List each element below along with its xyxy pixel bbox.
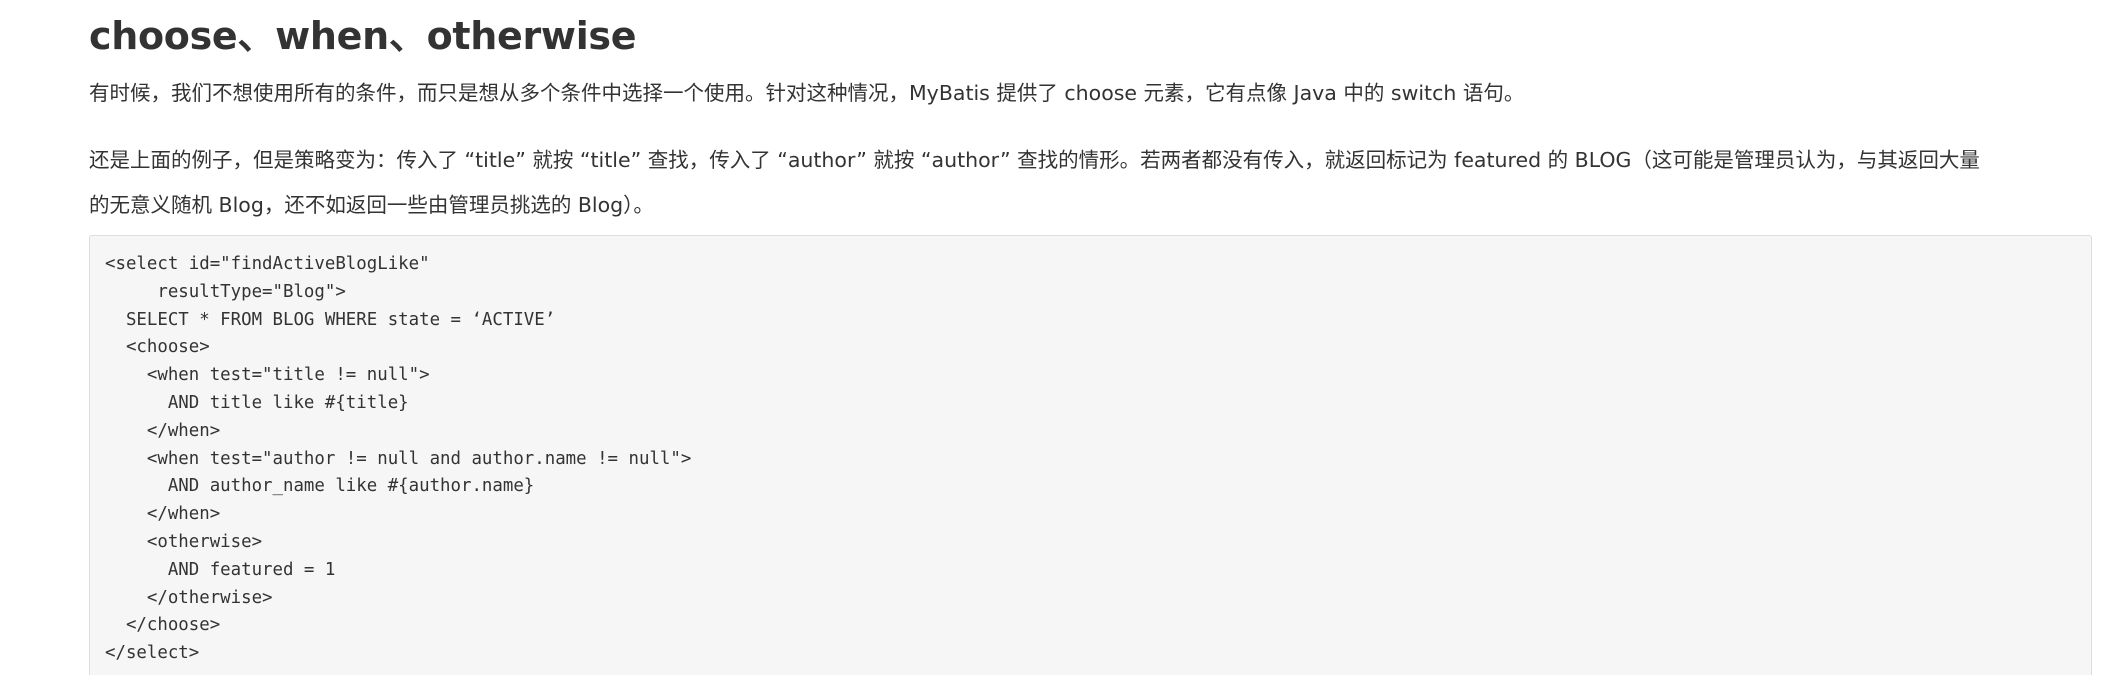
code-block: <select id="findActiveBlogLike" resultTy…	[89, 235, 2092, 675]
code-line: SELECT * FROM BLOG WHERE state = ‘ACTIVE…	[105, 309, 556, 330]
intro-paragraph: 有时候，我们不想使用所有的条件，而只是想从多个条件中选择一个使用。针对这种情况，…	[89, 81, 1525, 105]
code-line: <when test="author != null and author.na…	[105, 448, 692, 469]
code-line: </otherwise>	[105, 587, 273, 608]
code-line: AND author_name like #{author.name}	[105, 476, 535, 497]
code-line: AND title like #{title}	[105, 392, 409, 413]
code-line: <when test="title != null">	[105, 365, 430, 386]
code-line: AND featured = 1	[105, 559, 336, 580]
code-line: </choose>	[105, 615, 221, 636]
example-paragraph: 还是上面的例子，但是策略变为：传入了 “title” 就按 “title” 查找…	[89, 138, 1980, 228]
code-line: <choose>	[105, 337, 210, 358]
code-content: <select id="findActiveBlogLike" resultTy…	[105, 251, 691, 668]
code-line: </select>	[105, 643, 200, 664]
code-line: </when>	[105, 504, 221, 525]
code-line: <select id="findActiveBlogLike"	[105, 254, 430, 274]
example-paragraph-line-2: 的无意义随机 Blog，还不如返回一些由管理员挑选的 Blog）。	[89, 193, 654, 217]
section-heading: choose、when、otherwise	[89, 14, 637, 58]
code-line: resultType="Blog">	[105, 281, 346, 302]
code-line: <otherwise>	[105, 531, 263, 552]
code-line: </when>	[105, 420, 221, 441]
example-paragraph-line-1: 还是上面的例子，但是策略变为：传入了 “title” 就按 “title” 查找…	[89, 148, 1980, 172]
